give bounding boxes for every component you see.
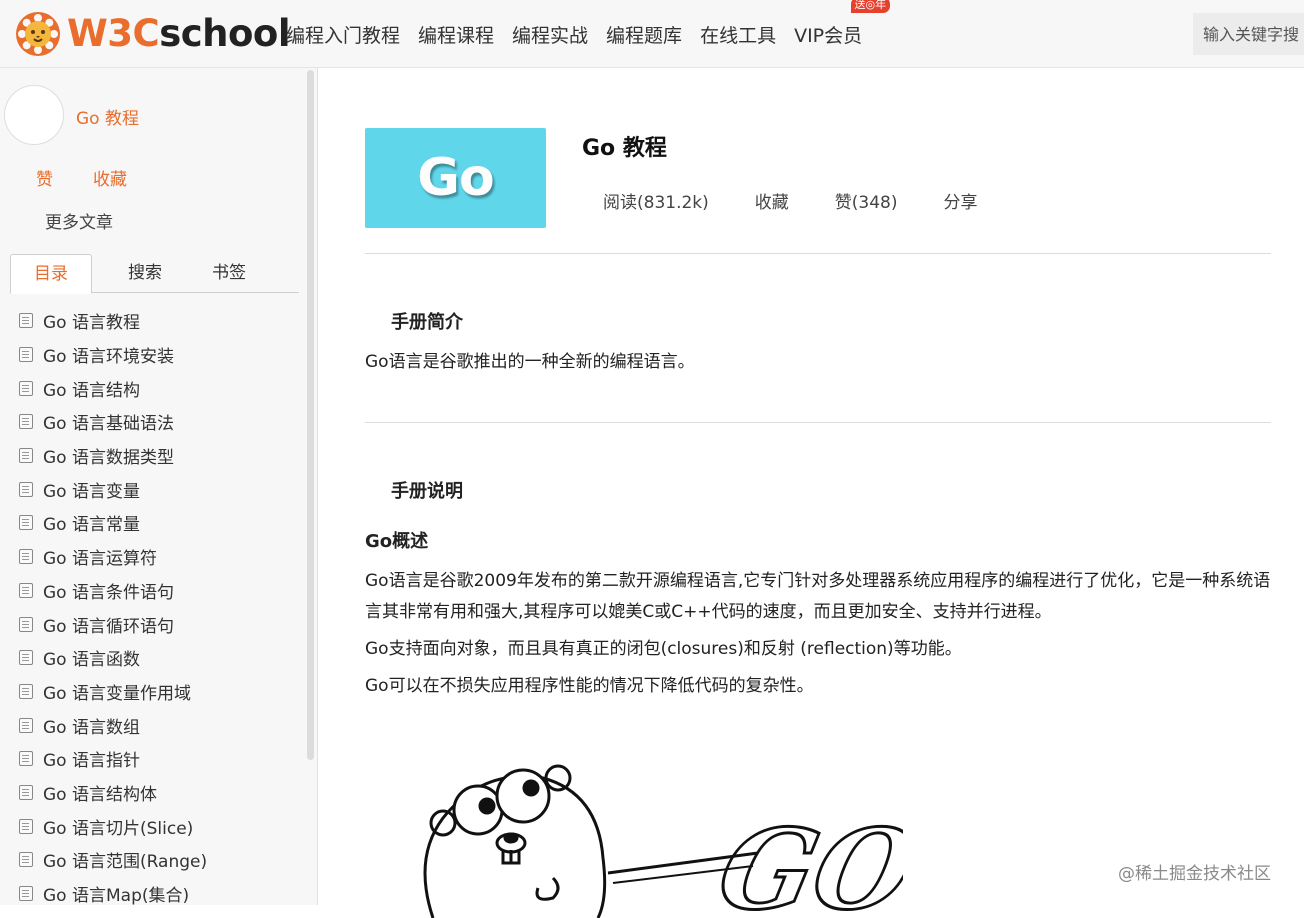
document-icon [19,448,33,464]
main-nav: 编程入门教程 编程课程 编程实战 编程题库 在线工具 VIP会员 送◎年 [277,0,891,68]
sidebar-tabs: 目录 搜索 书签 [10,254,299,294]
overview-paragraph-2: Go支持面向对象，而且具有真正的闭包(closures)和反射 (reflect… [365,639,962,659]
guide-heading: 手册说明 [391,481,463,502]
tab-toc[interactable]: 目录 [10,254,92,294]
logo-text: W3Cschool [67,12,291,55]
document-icon [19,380,33,396]
site-logo[interactable]: W3Cschool [14,10,291,58]
divider [365,422,1271,423]
nav-item-practice[interactable]: 编程实战 [512,21,588,48]
sidebar-course-title[interactable]: Go 教程 [76,104,139,129]
scrollbar-thumb[interactable] [307,70,314,760]
more-articles-link[interactable]: 更多文章 [45,208,113,233]
tab-search[interactable]: 搜索 [106,254,184,293]
document-icon [19,616,33,632]
document-icon [19,717,33,733]
document-icon [19,414,33,430]
favorite-action[interactable]: 收藏 [755,188,789,213]
lion-logo-icon [16,12,60,56]
read-count: 阅读(831.2k) [603,193,709,213]
favorite-button[interactable]: 收藏 [93,165,127,190]
document-icon [19,784,33,800]
toc-item[interactable]: Go 语言运算符 [0,540,300,574]
document-icon [19,818,33,834]
toc-item[interactable]: Go 语言变量作用域 [0,675,300,709]
toc-item[interactable]: Go 语言结构体 [0,776,300,810]
toc-item[interactable]: Go 语言结构 [0,371,300,405]
vip-promo-badge: 送◎年 [850,0,891,13]
document-icon [19,886,33,902]
overview-paragraph-1: Go语言是谷歌2009年发布的第二款开源编程语言,它专门针对多处理器系统应用程序… [365,571,1271,622]
nav-item-problems[interactable]: 编程题库 [606,21,682,48]
watermark: @稀土掘金技术社区 [1118,864,1271,884]
document-icon [19,481,33,497]
document-icon [19,313,33,329]
toc-item[interactable]: Go 语言指针 [0,742,300,776]
article-stats: 阅读(831.2k) 收藏 赞(348) 分享 [603,188,1024,213]
toc-item[interactable]: Go 语言Map(集合) [0,877,300,905]
overview-paragraph-3: Go可以在不损失应用程序性能的情况下降低代码的复杂性。 [365,676,814,696]
page-title: Go 教程 [582,136,667,161]
sidebar: Go 教程 赞 收藏 更多文章 目录 搜索 书签 Go 语言教程 Go 语言环境… [0,68,318,905]
toc-item[interactable]: Go 语言变量 [0,472,300,506]
document-icon [19,549,33,565]
toc-item[interactable]: Go 语言函数 [0,641,300,675]
go-gopher-illustration: GO [423,764,903,918]
document-icon [19,515,33,531]
toc-item[interactable]: Go 语言基础语法 [0,405,300,439]
search-input[interactable] [1193,13,1304,55]
toc-item[interactable]: Go 语言循环语句 [0,607,300,641]
toc-list: Go 语言教程 Go 语言环境安装 Go 语言结构 Go 语言基础语法 Go 语… [0,304,300,905]
course-avatar [4,85,64,145]
document-icon [19,852,33,868]
toc-item[interactable]: Go 语言数组 [0,708,300,742]
nav-item-beginner[interactable]: 编程入门教程 [286,21,400,48]
main-content: Go Go 教程 阅读(831.2k) 收藏 赞(348) 分享 手册简介 Go… [318,68,1304,918]
like-action[interactable]: 赞(348) [835,188,898,213]
document-icon [19,582,33,598]
nav-item-courses[interactable]: 编程课程 [418,21,494,48]
divider [365,253,1271,254]
document-icon [19,751,33,767]
nav-item-vip-label: VIP会员 [794,24,863,47]
toc-item[interactable]: Go 语言教程 [0,304,300,338]
banner-text: Go [417,148,494,208]
intro-text: Go语言是谷歌推出的一种全新的编程语言。 [365,352,695,372]
toc-item[interactable]: Go 语言环境安装 [0,338,300,372]
toc-item[interactable]: Go 语言条件语句 [0,574,300,608]
toc-item[interactable]: Go 语言数据类型 [0,439,300,473]
top-header: W3Cschool 编程入门教程 编程课程 编程实战 编程题库 在线工具 VIP… [0,0,1304,68]
nav-item-vip[interactable]: VIP会员 送◎年 [794,0,891,48]
document-icon [19,347,33,363]
like-button[interactable]: 赞 [36,165,53,190]
toc-item[interactable]: Go 语言常量 [0,506,300,540]
nav-item-tools[interactable]: 在线工具 [700,21,776,48]
course-banner: Go [365,128,546,228]
document-icon [19,650,33,666]
share-action[interactable]: 分享 [944,188,978,213]
sidebar-scrollbar[interactable] [305,68,315,768]
intro-heading: 手册简介 [391,312,463,333]
tab-bookmarks[interactable]: 书签 [190,254,268,293]
go-illustration-text: GO [708,806,903,918]
overview-heading: Go概述 [365,531,429,552]
toc-item[interactable]: Go 语言范围(Range) [0,843,300,877]
document-icon [19,683,33,699]
toc-item[interactable]: Go 语言切片(Slice) [0,809,300,843]
